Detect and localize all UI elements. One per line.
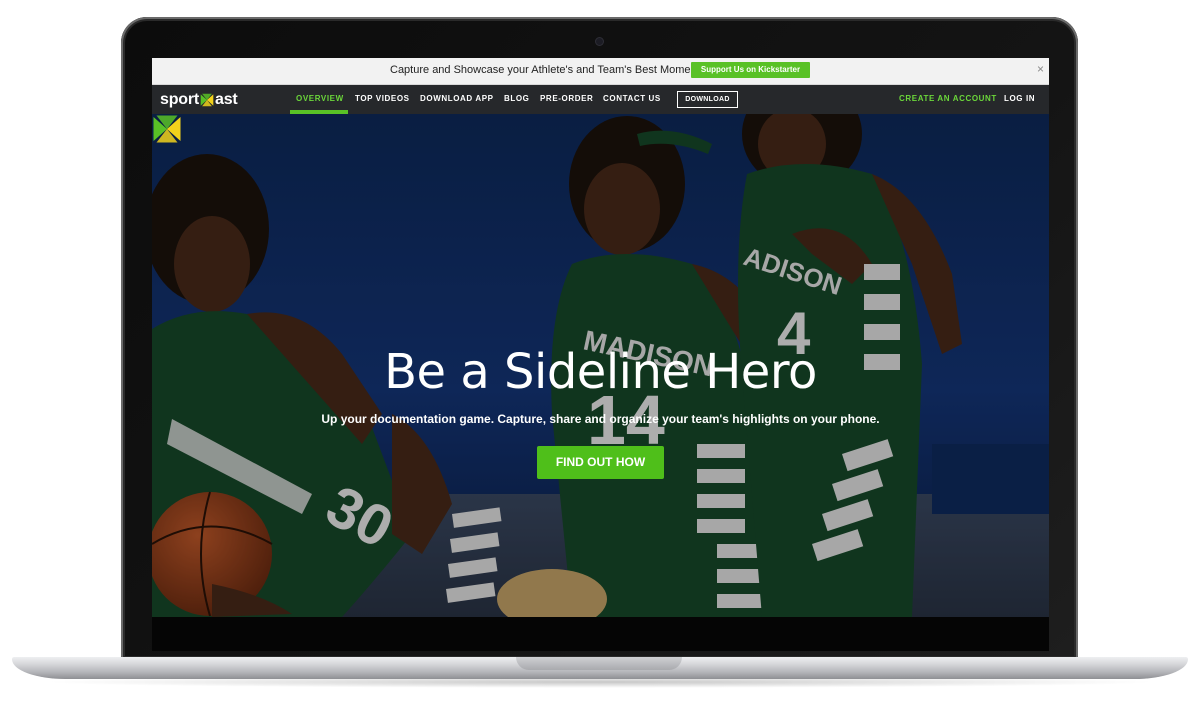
browser-screen: Capture and Showcase your Athlete's and … [152,58,1049,617]
close-icon[interactable]: × [1037,62,1044,76]
logo-mark-icon [200,93,214,107]
top-navigation: sport ast OVERVIEW TOP VIDEOS DOWNLOAD A… [152,85,1049,114]
nav-download-app[interactable]: DOWNLOAD APP [420,94,494,103]
logo-text-right: ast [215,91,238,108]
hero-title: Be a Sideline Hero [384,344,817,400]
laptop-frame: Capture and Showcase your Athlete's and … [0,0,1200,725]
logo-text-left: sport [160,91,200,108]
sportxast-logo[interactable]: sport ast [160,89,238,111]
laptop-notch [516,657,682,670]
nav-overview[interactable]: OVERVIEW [296,94,344,103]
hero-section: 30 MADISON 14 ADISON 4 Be a Sideline Her… [152,114,1049,617]
laptop-bezel [152,617,1049,651]
announcement-banner: Capture and Showcase your Athlete's and … [152,58,1049,85]
sportxast-mark-icon [153,115,181,143]
find-out-how-button[interactable]: FIND OUT HOW [537,446,664,479]
hero-subtitle: Up your documentation game. Capture, sha… [321,412,880,426]
nav-top-videos[interactable]: TOP VIDEOS [355,94,410,103]
webcam [596,38,603,45]
banner-text: Capture and Showcase your Athlete's and … [390,64,706,76]
nav-blog[interactable]: BLOG [504,94,530,103]
create-account-link[interactable]: CREATE AN ACCOUNT [899,94,997,103]
nav-contact-us[interactable]: CONTACT US [603,94,661,103]
download-button[interactable]: DOWNLOAD [677,91,738,108]
nav-pre-order[interactable]: PRE-ORDER [540,94,593,103]
login-link[interactable]: LOG IN [1004,94,1035,103]
kickstarter-button[interactable]: Support Us on Kickstarter [691,62,810,78]
